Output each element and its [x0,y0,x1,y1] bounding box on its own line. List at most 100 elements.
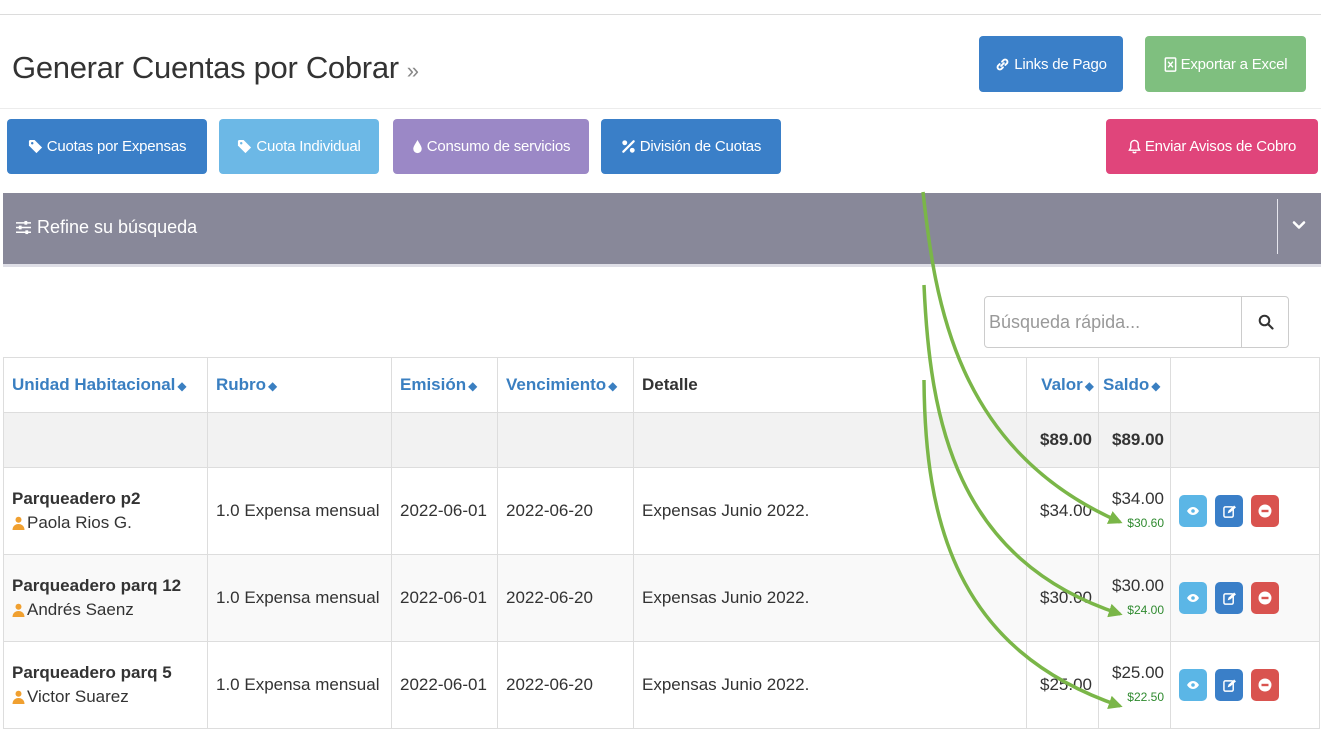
saldo-paid-value: $30.60 [1127,516,1164,530]
eye-icon [1187,507,1199,515]
table-row: Parqueadero parq 5 Victor Suarez 1.0 Exp… [3,641,1320,729]
view-button[interactable] [1179,582,1207,614]
user-icon [12,690,25,704]
rubro-cell: 1.0 Expensa mensual [207,554,392,642]
link-icon [996,58,1009,70]
search-button[interactable] [1241,297,1289,347]
col-detalle-header: Detalle [633,357,1027,413]
saldo-value: $30.00 [1112,576,1164,595]
detalle-cell: Expensas Junio 2022. [633,554,1027,642]
col-valor-header[interactable]: Valor ◆ [1026,357,1099,413]
sort-icon: ◆ [468,379,478,393]
table-row: Parqueadero p2 Paola Rios G. 1.0 Expensa… [3,467,1320,555]
consumo-servicios-label: Consumo de servicios [426,138,571,155]
saldo-paid-value: $24.00 [1127,603,1164,617]
refine-search-label: Refine su búsqueda [37,217,198,237]
links-de-pago-button[interactable]: Links de Pago [979,36,1123,92]
col-emision-label: Emisión [400,375,467,394]
total-valor: $89.00 [1026,412,1099,468]
saldo-value: $25.00 [1112,663,1164,682]
col-unidad-header[interactable]: Unidad Habitacional ◆ [3,357,208,413]
valor-cell: $30.00 [1026,554,1099,642]
cuotas-por-expensas-button[interactable]: Cuotas por Expensas [7,119,207,174]
col-actions-header [1170,357,1320,413]
edit-icon [1222,678,1236,692]
title-suffix: » [406,58,419,83]
view-button[interactable] [1179,495,1207,527]
col-saldo-header[interactable]: Saldo ◆ [1098,357,1171,413]
edit-icon [1222,591,1236,605]
percent-icon [621,140,635,153]
vencimiento-cell: 2022-06-20 [497,467,634,555]
col-valor-label: Valor [1041,375,1083,394]
sliders-icon [16,220,31,235]
saldo-cell: $34.00 $30.60 [1098,467,1171,555]
top-divider [0,14,1321,15]
header-divider [0,108,1321,109]
delete-button[interactable] [1251,582,1279,614]
exportar-excel-label: Exportar a Excel [1180,55,1288,73]
col-emision-header[interactable]: Emisión ◆ [391,357,498,413]
chevron-down-icon[interactable] [1291,217,1307,233]
quick-search [984,296,1289,348]
col-vencimiento-header[interactable]: Vencimiento ◆ [497,357,634,413]
page-title: Generar Cuentas por Cobrar » [12,50,419,86]
valor-cell: $34.00 [1026,467,1099,555]
minus-circle-icon [1258,504,1272,518]
refine-search-panel-header[interactable]: Refine su búsqueda [3,193,1321,264]
filter-bar-underline [3,264,1321,267]
page-title-text: Generar Cuentas por Cobrar [12,50,399,85]
user-icon [12,516,25,530]
division-cuotas-button[interactable]: División de Cuotas [601,119,781,174]
col-saldo-label: Saldo [1103,375,1150,394]
saldo-paid-value: $22.50 [1127,690,1164,704]
bell-icon [1128,139,1141,154]
cuotas-por-expensas-label: Cuotas por Expensas [46,138,187,155]
edit-button[interactable] [1215,669,1243,701]
saldo-cell: $30.00 $24.00 [1098,554,1171,642]
delete-button[interactable] [1251,495,1279,527]
cuota-individual-button[interactable]: Cuota Individual [219,119,379,174]
emision-cell: 2022-06-01 [391,554,498,642]
row-actions [1179,495,1311,527]
exportar-excel-button[interactable]: Exportar a Excel [1145,36,1306,92]
rubro-cell: 1.0 Expensa mensual [207,641,392,729]
row-actions [1179,582,1311,614]
unit-name: Parqueadero parq 12 [12,576,182,595]
totals-row: $89.00 $89.00 [3,412,1320,468]
sort-icon: ◆ [608,379,618,393]
links-de-pago-label: Links de Pago [1014,55,1107,73]
delete-button[interactable] [1251,669,1279,701]
col-vencimiento-label: Vencimiento [506,375,607,394]
col-rubro-header[interactable]: Rubro ◆ [207,357,392,413]
rubro-cell: 1.0 Expensa mensual [207,467,392,555]
sort-icon: ◆ [177,379,187,393]
edit-button[interactable] [1215,582,1243,614]
consumo-servicios-button[interactable]: Consumo de servicios [393,119,589,174]
owner-name: Victor Suarez [27,687,129,706]
minus-circle-icon [1258,678,1272,692]
vencimiento-cell: 2022-06-20 [497,641,634,729]
cuota-individual-label: Cuota Individual [256,138,361,155]
enviar-avisos-label: Enviar Avisos de Cobro [1144,138,1297,155]
owner: Victor Suarez [12,685,199,709]
edit-button[interactable] [1215,495,1243,527]
vencimiento-cell: 2022-06-20 [497,554,634,642]
col-unidad-label: Unidad Habitacional [12,375,176,394]
saldo-value: $34.00 [1112,489,1164,508]
emision-cell: 2022-06-01 [391,467,498,555]
eye-icon [1187,594,1199,602]
eye-icon [1187,681,1199,689]
user-icon [12,603,25,617]
sort-icon: ◆ [268,379,278,393]
detalle-cell: Expensas Junio 2022. [633,467,1027,555]
quick-search-input[interactable] [985,297,1241,347]
total-saldo: $89.00 [1098,412,1171,468]
view-button[interactable] [1179,669,1207,701]
enviar-avisos-button[interactable]: Enviar Avisos de Cobro [1106,119,1318,174]
owner: Andrés Saenz [12,598,199,622]
drop-icon [413,139,422,154]
tag-icon [238,139,252,154]
search-icon [1258,314,1274,330]
col-rubro-label: Rubro [216,375,267,394]
